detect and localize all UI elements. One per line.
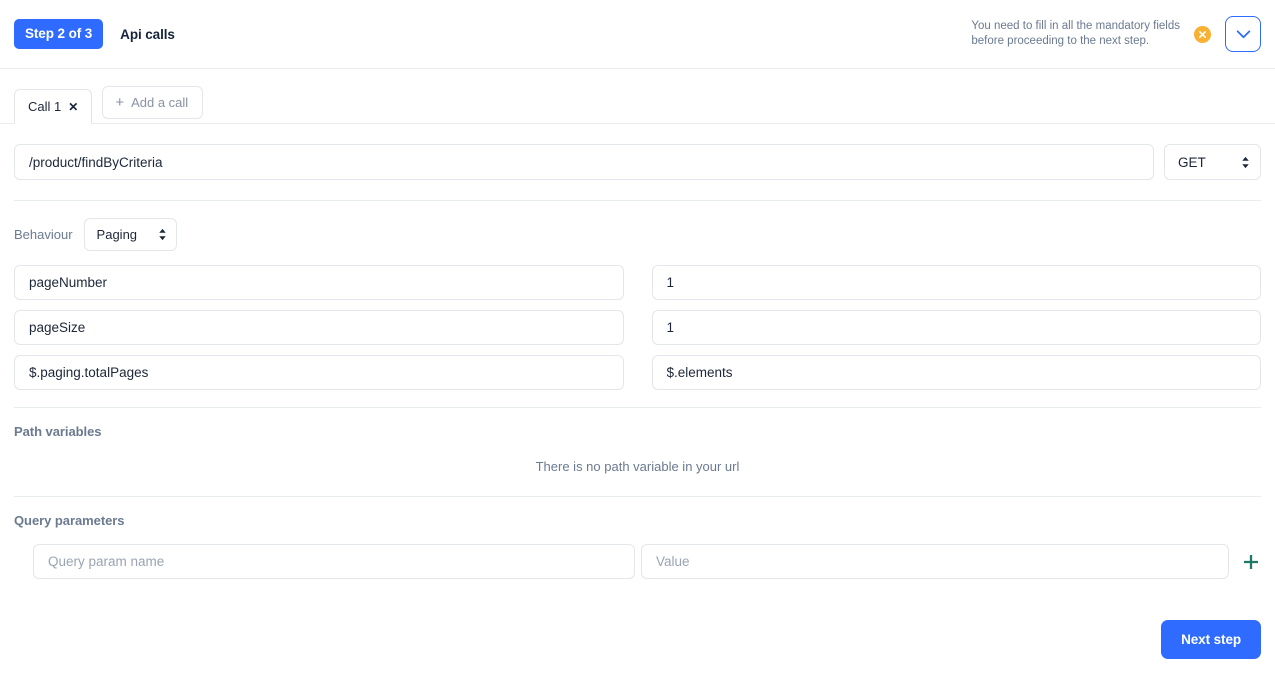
add-query-parameter-button[interactable] xyxy=(1241,552,1261,572)
behaviour-row: Behaviour Paging xyxy=(14,201,1261,265)
paging-key-input-0[interactable] xyxy=(14,265,624,300)
mandatory-fields-message: You need to fill in all the mandatory fi… xyxy=(971,19,1180,49)
plus-icon xyxy=(1244,554,1258,569)
http-method-value: GET xyxy=(1178,154,1206,170)
chevron-down-icon xyxy=(1236,29,1250,38)
select-arrows-icon xyxy=(158,228,167,241)
error-circle-icon xyxy=(1194,25,1211,43)
paging-key-input-1[interactable] xyxy=(14,310,624,345)
paging-value-input-1[interactable] xyxy=(651,310,1261,345)
mandatory-message-line-1: You need to fill in all the mandatory fi… xyxy=(971,20,1180,32)
path-variables-title: Path variables xyxy=(14,424,102,439)
calls-tab-bar: Call 1 ✕ + Add a call xyxy=(0,69,1275,124)
behaviour-value: Paging xyxy=(96,227,138,242)
top-header-bar: Step 2 of 3 Api calls You need to fill i… xyxy=(0,0,1275,69)
behaviour-select[interactable]: Paging xyxy=(83,218,177,251)
add-a-call-label: Add a call xyxy=(131,95,189,110)
http-method-select[interactable]: GET xyxy=(1164,144,1261,180)
query-parameters-title: Query parameters xyxy=(14,513,125,528)
paging-value-input-0[interactable] xyxy=(651,265,1261,300)
behaviour-label: Behaviour xyxy=(14,227,73,242)
plus-icon: + xyxy=(115,94,125,111)
select-arrows-icon xyxy=(1241,156,1250,169)
api-call-form: GET Behaviour Paging xyxy=(0,124,1275,588)
form-footer: Next step xyxy=(0,588,1275,659)
paging-value-input-2[interactable] xyxy=(651,355,1261,390)
query-param-name-input[interactable] xyxy=(33,544,635,579)
mandatory-message-line-2: before proceeding to the next step. xyxy=(971,35,1150,47)
path-variables-section: Path variables There is no path variable… xyxy=(14,390,1261,496)
step-badge: Step 2 of 3 xyxy=(14,19,104,49)
query-param-value-input[interactable] xyxy=(641,544,1229,579)
paging-fields-grid xyxy=(14,265,1261,390)
query-parameters-section: Query parameters xyxy=(14,496,1261,588)
paging-key-input-2[interactable] xyxy=(14,355,624,390)
tab-call-1[interactable]: Call 1 ✕ xyxy=(14,89,93,124)
query-parameter-row xyxy=(14,528,1261,579)
header-right-group: You need to fill in all the mandatory fi… xyxy=(971,16,1261,52)
url-method-row: GET xyxy=(14,124,1261,200)
tab-call-1-label: Call 1 xyxy=(28,99,62,114)
page-title: Api calls xyxy=(120,26,175,42)
url-input[interactable] xyxy=(14,144,1154,180)
path-variables-empty-message: There is no path variable in your url xyxy=(535,459,740,474)
next-step-button[interactable]: Next step xyxy=(1161,620,1261,659)
expand-collapse-button[interactable] xyxy=(1225,16,1261,52)
add-a-call-button[interactable]: + Add a call xyxy=(102,86,204,119)
close-icon[interactable]: ✕ xyxy=(68,101,78,113)
